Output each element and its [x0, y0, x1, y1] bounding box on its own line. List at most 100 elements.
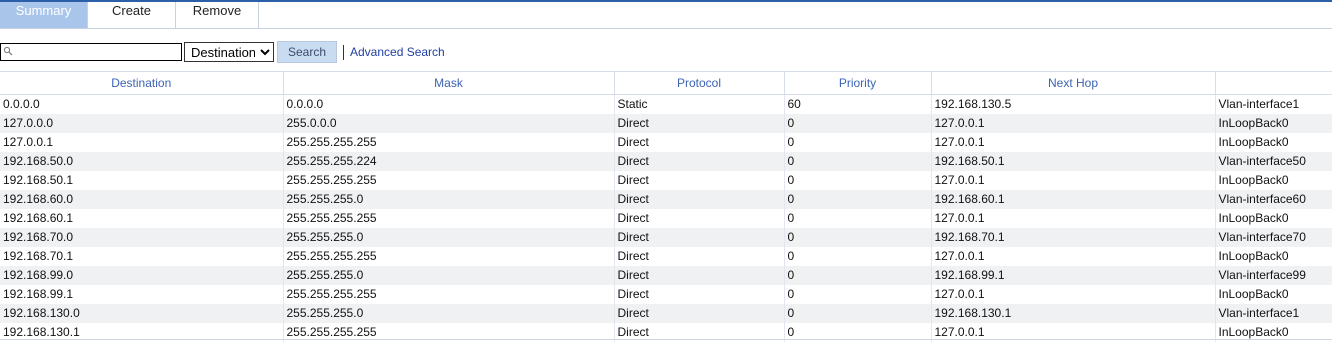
- cell-destination: 192.168.60.0: [0, 189, 284, 209]
- cell-priority: 0: [784, 189, 932, 209]
- cell-destination: 192.168.70.0: [0, 227, 284, 247]
- cell-priority: 0: [784, 265, 932, 285]
- tab-bar: Summary Create Remove: [0, 2, 1332, 29]
- cell-interface: InLoopBack0: [1215, 113, 1332, 133]
- advanced-search-link[interactable]: Advanced Search: [350, 45, 445, 59]
- cell-protocol: Direct: [614, 113, 785, 133]
- cell-mask: 0.0.0.0: [283, 94, 615, 114]
- cell-next-hop: 192.168.130.5: [931, 94, 1216, 114]
- search-icon: [3, 46, 13, 56]
- column-header-destination[interactable]: Destination: [0, 71, 284, 95]
- cell-protocol: Direct: [614, 170, 785, 190]
- cell-interface: Vlan-interface1: [1215, 303, 1332, 323]
- routing-table: Destination Mask Protocol Priority Next …: [0, 71, 1332, 342]
- cell-priority: 0: [784, 132, 932, 152]
- cell-next-hop: 127.0.0.1: [931, 208, 1216, 228]
- cell-interface: Vlan-interface1: [1215, 94, 1332, 114]
- cell-destination: 0.0.0.0: [0, 94, 284, 114]
- column-header-next-hop[interactable]: Next Hop: [931, 71, 1216, 95]
- cell-next-hop: 127.0.0.1: [931, 170, 1216, 190]
- cell-next-hop: 127.0.0.1: [931, 284, 1216, 304]
- cell-interface: InLoopBack0: [1215, 246, 1332, 266]
- cell-next-hop: 192.168.99.1: [931, 265, 1216, 285]
- table-row[interactable]: 192.168.99.1 255.255.255.255 Direct 0 127.0.…: [0, 284, 1332, 304]
- cell-protocol: Direct: [614, 151, 785, 171]
- cell-interface: Vlan-interface60: [1215, 189, 1332, 209]
- table-row[interactable]: 192.168.50.1 255.255.255.255 Direct 0 127.0.…: [0, 170, 1332, 190]
- cell-priority: 0: [784, 113, 932, 133]
- cell-protocol: Direct: [614, 303, 785, 323]
- search-bar: Destination Search Advanced Search: [0, 40, 445, 64]
- cell-protocol: Direct: [614, 132, 785, 152]
- cell-protocol: Direct: [614, 284, 785, 304]
- cell-mask: 255.255.255.224: [283, 151, 615, 171]
- cell-mask: 255.255.255.255: [283, 170, 615, 190]
- cell-destination: 192.168.50.1: [0, 170, 284, 190]
- cell-next-hop: 192.168.130.1: [931, 303, 1216, 323]
- cell-destination: 192.168.70.1: [0, 246, 284, 266]
- cell-priority: 0: [784, 284, 932, 304]
- cell-protocol: Direct: [614, 208, 785, 228]
- column-header-protocol[interactable]: Protocol: [614, 71, 785, 95]
- table-row[interactable]: 192.168.70.1 255.255.255.255 Direct 0 127.0.…: [0, 246, 1332, 266]
- routing-table-container: Destination Mask Protocol Priority Next …: [0, 71, 1332, 342]
- cell-next-hop: 127.0.0.1: [931, 246, 1216, 266]
- cell-next-hop: 192.168.50.1: [931, 151, 1216, 171]
- table-row[interactable]: 192.168.60.0 255.255.255.0 Direct 0 192.168.…: [0, 189, 1332, 209]
- cell-mask: 255.0.0.0: [283, 113, 615, 133]
- cell-mask: 255.255.255.0: [283, 265, 615, 285]
- tab-create[interactable]: Create: [88, 2, 176, 28]
- cell-protocol: Direct: [614, 227, 785, 247]
- column-header-mask[interactable]: Mask: [283, 71, 615, 95]
- cell-interface: Vlan-interface70: [1215, 227, 1332, 247]
- cell-interface: InLoopBack0: [1215, 208, 1332, 228]
- cell-next-hop: 127.0.0.1: [931, 113, 1216, 133]
- table-row[interactable]: 192.168.99.0 255.255.255.0 Direct 0 192.168.…: [0, 265, 1332, 285]
- table-bottom-border: [0, 339, 1332, 340]
- search-input[interactable]: [15, 44, 175, 58]
- cell-mask: 255.255.255.255: [283, 246, 615, 266]
- column-header-interface[interactable]: [1215, 71, 1332, 95]
- cell-mask: 255.255.255.0: [283, 227, 615, 247]
- cell-next-hop: 127.0.0.1: [931, 132, 1216, 152]
- cell-protocol: Direct: [614, 265, 785, 285]
- cell-interface: Vlan-interface50: [1215, 151, 1332, 171]
- search-field[interactable]: [0, 43, 182, 61]
- search-field-select[interactable]: Destination: [184, 42, 274, 62]
- cell-priority: 0: [784, 246, 932, 266]
- cell-mask: 255.255.255.255: [283, 284, 615, 304]
- table-row[interactable]: 192.168.130.0 255.255.255.0 Direct 0 192.168…: [0, 303, 1332, 323]
- search-button[interactable]: Search: [277, 41, 337, 63]
- cell-mask: 255.255.255.255: [283, 208, 615, 228]
- cell-protocol: Direct: [614, 246, 785, 266]
- table-row[interactable]: 0.0.0.0 0.0.0.0 Static 60 192.168.130.5 Vlan-…: [0, 94, 1332, 114]
- table-row[interactable]: 192.168.50.0 255.255.255.224 Direct 0 192.16…: [0, 151, 1332, 171]
- cell-destination: 192.168.50.0: [0, 151, 284, 171]
- table-row[interactable]: 127.0.0.1 255.255.255.255 Direct 0 127.0.0.1…: [0, 132, 1332, 152]
- cell-priority: 0: [784, 227, 932, 247]
- cell-destination: 192.168.60.1: [0, 208, 284, 228]
- cell-mask: 255.255.255.255: [283, 132, 615, 152]
- cell-destination: 127.0.0.0: [0, 113, 284, 133]
- cell-mask: 255.255.255.0: [283, 303, 615, 323]
- cell-interface: Vlan-interface99: [1215, 265, 1332, 285]
- cell-destination: 192.168.99.0: [0, 265, 284, 285]
- cell-priority: 60: [784, 94, 932, 114]
- tab-summary[interactable]: Summary: [0, 2, 88, 28]
- cell-next-hop: 192.168.70.1: [931, 227, 1216, 247]
- divider: [343, 44, 344, 60]
- cell-interface: InLoopBack0: [1215, 284, 1332, 304]
- table-row[interactable]: 127.0.0.0 255.0.0.0 Direct 0 127.0.0.1 InLoop…: [0, 113, 1332, 133]
- cell-destination: 127.0.0.1: [0, 132, 284, 152]
- cell-priority: 0: [784, 303, 932, 323]
- table-header-row: Destination Mask Protocol Priority Next …: [0, 71, 1332, 95]
- cell-priority: 0: [784, 170, 932, 190]
- tab-remove[interactable]: Remove: [176, 2, 259, 28]
- cell-destination: 192.168.130.0: [0, 303, 284, 323]
- table-row[interactable]: 192.168.60.1 255.255.255.255 Direct 0 127.0.…: [0, 208, 1332, 228]
- cell-interface: InLoopBack0: [1215, 132, 1332, 152]
- table-row[interactable]: 192.168.70.0 255.255.255.0 Direct 0 192.168.…: [0, 227, 1332, 247]
- cell-priority: 0: [784, 208, 932, 228]
- column-header-priority[interactable]: Priority: [784, 71, 932, 95]
- cell-next-hop: 192.168.60.1: [931, 189, 1216, 209]
